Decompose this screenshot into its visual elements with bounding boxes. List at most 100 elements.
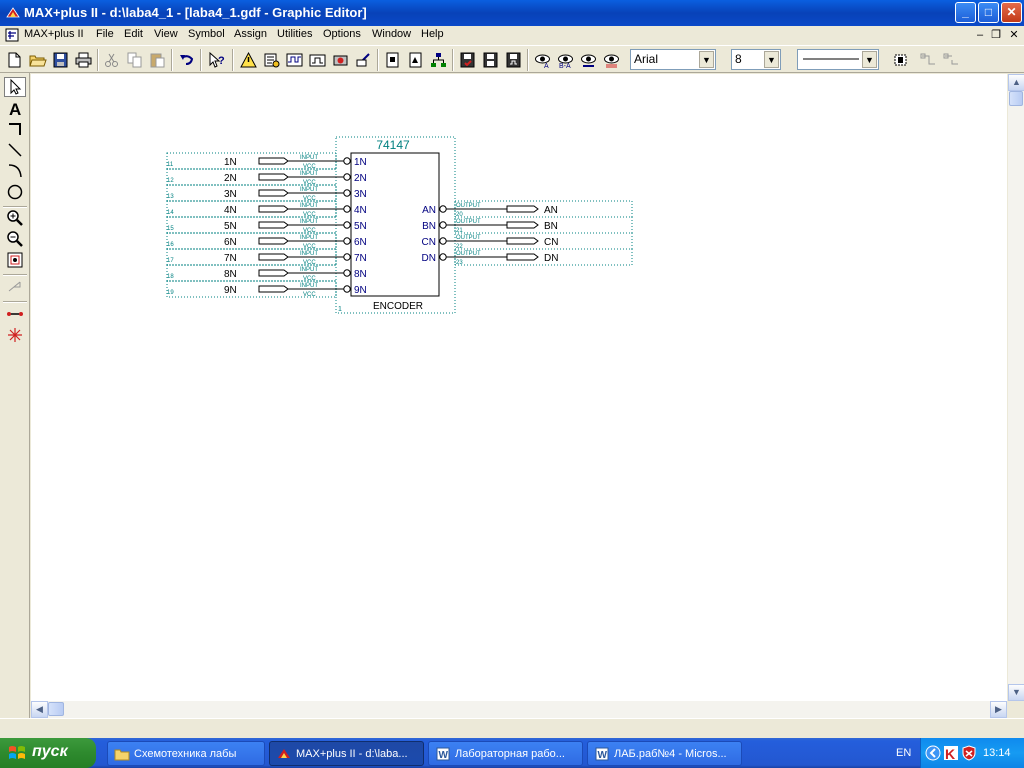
close-button[interactable]: ✕: [1001, 2, 1022, 23]
save-simulate-icon: [506, 52, 521, 68]
print-button[interactable]: [73, 50, 94, 70]
orthogonal-line-tool[interactable]: [4, 119, 26, 139]
horizontal-scroll-thumb[interactable]: [48, 702, 64, 716]
language-indicator[interactable]: EN: [896, 747, 911, 759]
save-simulate-button[interactable]: [503, 50, 524, 70]
input-8N[interactable]: 18 8N INPUTVCC 8N: [166, 264, 367, 282]
tray-expand-icon[interactable]: [925, 745, 941, 761]
line-style-select[interactable]: ▼: [797, 49, 879, 70]
menu-symbol[interactable]: Symbol: [188, 28, 225, 40]
diagonal-line-tool[interactable]: [4, 140, 26, 160]
paste-button[interactable]: [147, 50, 168, 70]
find-prev-button[interactable]: [601, 50, 622, 70]
save-compile-button[interactable]: [480, 50, 501, 70]
scroll-down-button[interactable]: ▼: [1008, 684, 1024, 701]
horizontal-scrollbar[interactable]: ◀ ▶: [31, 701, 1007, 718]
scroll-up-button[interactable]: ▲: [1008, 74, 1024, 91]
schematic-drawing[interactable]: 74147 ENCODER 1 11 1N INPUTVCC 1N12 2N INPUTV…: [31, 74, 1007, 701]
task-explorer-folder[interactable]: Схемотехника лабы: [107, 741, 265, 766]
chevron-down-icon[interactable]: ▼: [764, 51, 779, 68]
cut-button[interactable]: [101, 50, 122, 70]
timing-analyzer-button[interactable]: [307, 50, 328, 70]
selection-tool[interactable]: [4, 77, 26, 97]
circle-tool[interactable]: [4, 182, 26, 202]
find-next-button[interactable]: [578, 50, 599, 70]
task-word-lab[interactable]: W Лабораторная рабо...: [428, 741, 583, 766]
connect-tool[interactable]: [4, 304, 26, 324]
find-node-button[interactable]: A: [532, 50, 553, 70]
menu-assign[interactable]: Assign: [234, 28, 267, 40]
hierarchy-display-button[interactable]: [428, 50, 449, 70]
programmer-button[interactable]: [330, 50, 351, 70]
font-size-select[interactable]: 8 ▼: [731, 49, 781, 70]
output-AN[interactable]: AN OUTPUT 20 AN: [422, 200, 633, 218]
zoom-in-tool[interactable]: [4, 208, 26, 228]
zoom-out-tool[interactable]: [4, 229, 26, 249]
menu-edit[interactable]: Edit: [124, 28, 143, 40]
output-BN[interactable]: BN OUTPUT 21 BN: [422, 216, 633, 234]
undo-button[interactable]: [176, 50, 197, 70]
font-name-select[interactable]: Arial ▼: [630, 49, 716, 70]
project-set-button[interactable]: [382, 50, 403, 70]
output-DN[interactable]: DN OUTPUT 23 DN: [422, 248, 633, 266]
start-button[interactable]: пуск: [0, 738, 96, 768]
input-9N[interactable]: 19 9N INPUT VCC 9N: [166, 280, 367, 298]
scroll-left-button[interactable]: ◀: [31, 701, 48, 718]
project-current-button[interactable]: [405, 50, 426, 70]
save-check-button[interactable]: [457, 50, 478, 70]
input-5N[interactable]: 15 5N INPUTVCC 5N: [166, 216, 367, 234]
maximize-button[interactable]: □: [978, 2, 999, 23]
input-1N[interactable]: 11 1N INPUTVCC 1N: [166, 152, 367, 170]
menu-help[interactable]: Help: [421, 28, 444, 40]
chevron-down-icon[interactable]: ▼: [862, 51, 877, 68]
document-system-icon[interactable]: [4, 27, 20, 43]
task-maxplus[interactable]: MAX+plus II - d:\laba...: [269, 741, 424, 766]
menu-window[interactable]: Window: [372, 28, 411, 40]
vertical-scroll-thumb[interactable]: [1009, 91, 1023, 106]
simulator-button[interactable]: [284, 50, 305, 70]
minimize-button[interactable]: _: [955, 2, 976, 23]
mdi-close-button[interactable]: ✕: [1006, 28, 1022, 42]
disconnect-nodes-button[interactable]: [941, 50, 962, 70]
security-shield-icon[interactable]: [961, 745, 977, 761]
input-name-label: 6N: [224, 237, 237, 248]
menu-options[interactable]: Options: [323, 28, 361, 40]
text-tool[interactable]: A: [4, 98, 26, 119]
input-7N[interactable]: 17 7N INPUTVCC 7N: [166, 248, 367, 266]
task-word-lab4[interactable]: W ЛАБ.раб№4 - Micros...: [587, 741, 742, 766]
message-processor-button[interactable]: [353, 50, 374, 70]
save-button[interactable]: [50, 50, 71, 70]
arc-tool[interactable]: [4, 161, 26, 181]
input-2N[interactable]: 12 2N INPUTVCC 2N: [166, 168, 367, 186]
fit-in-window-tool[interactable]: [4, 250, 26, 270]
menu-file[interactable]: File: [96, 28, 114, 40]
input-3N[interactable]: 13 3N INPUTVCC 3N: [166, 184, 367, 202]
chevron-down-icon[interactable]: ▼: [699, 51, 714, 68]
rubberbanding-button[interactable]: [890, 50, 911, 70]
connect-nodes-button[interactable]: [918, 50, 939, 70]
kaspersky-icon[interactable]: K: [943, 745, 959, 761]
open-file-button[interactable]: [27, 50, 48, 70]
compiler-button[interactable]: [261, 50, 282, 70]
input-4N[interactable]: 14 4N INPUTVCC 4N: [166, 200, 367, 218]
input-6N[interactable]: 16 6N INPUTVCC 6N: [166, 232, 367, 250]
find-replace-button[interactable]: B-A: [555, 50, 576, 70]
new-file-button[interactable]: [4, 50, 25, 70]
vertical-scrollbar[interactable]: ▲ ▼: [1007, 74, 1024, 701]
mdi-restore-button[interactable]: ❐: [988, 28, 1004, 42]
menu-view[interactable]: View: [154, 28, 178, 40]
input-port-symbol: [258, 157, 289, 165]
junction-tool[interactable]: [4, 325, 26, 345]
help-pointer-button[interactable]: ?: [206, 50, 227, 70]
menu-utilities[interactable]: Utilities: [277, 28, 312, 40]
hierarchy-up-button[interactable]: [238, 50, 259, 70]
maxplus-app-icon[interactable]: [5, 5, 21, 21]
scroll-right-button[interactable]: ▶: [990, 701, 1007, 718]
mdi-minimize-button[interactable]: –: [972, 28, 988, 42]
output-CN[interactable]: CN OUTPUT 22 CN: [422, 232, 633, 250]
copy-button[interactable]: [124, 50, 145, 70]
windows-logo-icon: [9, 746, 25, 759]
rubberband-toggle-tool[interactable]: [4, 277, 26, 297]
schematic-canvas[interactable]: 74147 ENCODER 1 11 1N INPUT VCC 1N 12 2N INPUT V…: [31, 74, 1007, 701]
menu-maxplus[interactable]: MAX+plus II: [24, 28, 84, 40]
